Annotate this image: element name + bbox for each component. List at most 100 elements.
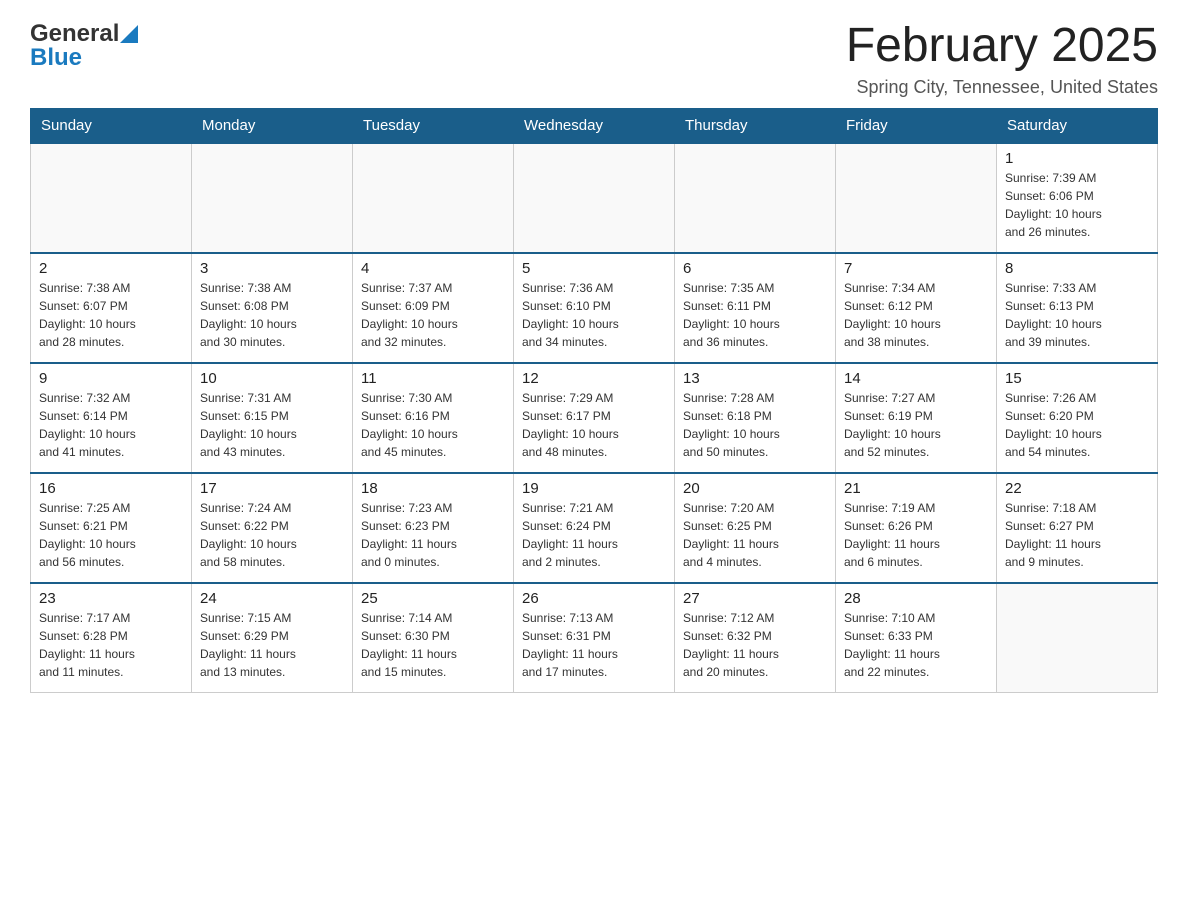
- weekday-header-row: SundayMondayTuesdayWednesdayThursdayFrid…: [31, 108, 1158, 143]
- day-number: 12: [522, 370, 666, 387]
- calendar-cell: 4Sunrise: 7:37 AM Sunset: 6:09 PM Daylig…: [353, 253, 514, 363]
- day-number: 19: [522, 480, 666, 497]
- day-info: Sunrise: 7:20 AM Sunset: 6:25 PM Dayligh…: [683, 499, 827, 571]
- page-header: General Blue February 2025 Spring City, …: [30, 20, 1158, 98]
- week-row-5: 23Sunrise: 7:17 AM Sunset: 6:28 PM Dayli…: [31, 583, 1158, 693]
- day-info: Sunrise: 7:25 AM Sunset: 6:21 PM Dayligh…: [39, 499, 183, 571]
- calendar-cell: [997, 583, 1158, 693]
- calendar-cell: 23Sunrise: 7:17 AM Sunset: 6:28 PM Dayli…: [31, 583, 192, 693]
- day-info: Sunrise: 7:31 AM Sunset: 6:15 PM Dayligh…: [200, 389, 344, 461]
- day-number: 8: [1005, 260, 1149, 277]
- weekday-header-sunday: Sunday: [31, 108, 192, 143]
- calendar-cell: 5 Sunrise: 7:36 AM Sunset: 6:10 PM Daylig…: [514, 253, 675, 363]
- calendar-cell: 10 Sunrise: 7:31 AM Sunset: 6:15 PM Dayli…: [192, 363, 353, 473]
- calendar-cell: 27 Sunrise: 7:12 AM Sunset: 6:32 PM Dayli…: [675, 583, 836, 693]
- calendar-cell: 28 Sunrise: 7:10 AM Sunset: 6:33 PM Dayli…: [836, 583, 997, 693]
- calendar-cell: 8 Sunrise: 7:33 AM Sunset: 6:13 PM Daylig…: [997, 253, 1158, 363]
- day-number: 4: [361, 260, 505, 277]
- day-info: Sunrise: 7:14 AM Sunset: 6:30 PM Dayligh…: [361, 609, 505, 681]
- calendar-cell: 11Sunrise: 7:30 AM Sunset: 6:16 PM Dayli…: [353, 363, 514, 473]
- weekday-header-monday: Monday: [192, 108, 353, 143]
- day-number: 25: [361, 590, 505, 607]
- day-info: Sunrise: 7:24 AM Sunset: 6:22 PM Dayligh…: [200, 499, 344, 571]
- day-number: 15: [1005, 370, 1149, 387]
- day-info: Sunrise: 7:18 AM Sunset: 6:27 PM Dayligh…: [1005, 499, 1149, 571]
- day-info: Sunrise: 7:35 AM Sunset: 6:11 PM Dayligh…: [683, 279, 827, 351]
- logo-triangle-icon: [120, 25, 138, 43]
- calendar-cell: 9 Sunrise: 7:32 AM Sunset: 6:14 PM Daylig…: [31, 363, 192, 473]
- day-number: 17: [200, 480, 344, 497]
- location-text: Spring City, Tennessee, United States: [846, 77, 1158, 98]
- calendar-cell: [192, 143, 353, 253]
- day-number: 20: [683, 480, 827, 497]
- day-number: 5: [522, 260, 666, 277]
- calendar-cell: 17 Sunrise: 7:24 AM Sunset: 6:22 PM Dayli…: [192, 473, 353, 583]
- day-number: 3: [200, 260, 344, 277]
- day-number: 28: [844, 590, 988, 607]
- day-info: Sunrise: 7:38 AM Sunset: 6:08 PM Dayligh…: [200, 279, 344, 351]
- weekday-header-friday: Friday: [836, 108, 997, 143]
- calendar-cell: 14Sunrise: 7:27 AM Sunset: 6:19 PM Dayli…: [836, 363, 997, 473]
- day-info: Sunrise: 7:38 AM Sunset: 6:07 PM Dayligh…: [39, 279, 183, 351]
- day-info: Sunrise: 7:17 AM Sunset: 6:28 PM Dayligh…: [39, 609, 183, 681]
- week-row-1: 1 Sunrise: 7:39 AM Sunset: 6:06 PM Daylig…: [31, 143, 1158, 253]
- calendar-cell: 21Sunrise: 7:19 AM Sunset: 6:26 PM Dayli…: [836, 473, 997, 583]
- calendar-cell: 16 Sunrise: 7:25 AM Sunset: 6:21 PM Dayli…: [31, 473, 192, 583]
- calendar-cell: 3 Sunrise: 7:38 AM Sunset: 6:08 PM Daylig…: [192, 253, 353, 363]
- calendar-cell: [675, 143, 836, 253]
- week-row-2: 2 Sunrise: 7:38 AM Sunset: 6:07 PM Daylig…: [31, 253, 1158, 363]
- week-row-4: 16 Sunrise: 7:25 AM Sunset: 6:21 PM Dayli…: [31, 473, 1158, 583]
- calendar-table: SundayMondayTuesdayWednesdayThursdayFrid…: [30, 108, 1158, 694]
- calendar-cell: 25 Sunrise: 7:14 AM Sunset: 6:30 PM Dayli…: [353, 583, 514, 693]
- day-info: Sunrise: 7:33 AM Sunset: 6:13 PM Dayligh…: [1005, 279, 1149, 351]
- calendar-cell: 7 Sunrise: 7:34 AM Sunset: 6:12 PM Daylig…: [836, 253, 997, 363]
- day-info: Sunrise: 7:34 AM Sunset: 6:12 PM Dayligh…: [844, 279, 988, 351]
- calendar-cell: 13Sunrise: 7:28 AM Sunset: 6:18 PM Dayli…: [675, 363, 836, 473]
- calendar-cell: 24Sunrise: 7:15 AM Sunset: 6:29 PM Dayli…: [192, 583, 353, 693]
- calendar-cell: 26 Sunrise: 7:13 AM Sunset: 6:31 PM Dayli…: [514, 583, 675, 693]
- day-number: 13: [683, 370, 827, 387]
- day-info: Sunrise: 7:29 AM Sunset: 6:17 PM Dayligh…: [522, 389, 666, 461]
- calendar-cell: [836, 143, 997, 253]
- day-number: 16: [39, 480, 183, 497]
- calendar-cell: [353, 143, 514, 253]
- logo-blue-text: Blue: [30, 44, 82, 72]
- day-number: 6: [683, 260, 827, 277]
- day-number: 27: [683, 590, 827, 607]
- calendar-cell: 18Sunrise: 7:23 AM Sunset: 6:23 PM Dayli…: [353, 473, 514, 583]
- day-number: 10: [200, 370, 344, 387]
- day-info: Sunrise: 7:21 AM Sunset: 6:24 PM Dayligh…: [522, 499, 666, 571]
- day-info: Sunrise: 7:13 AM Sunset: 6:31 PM Dayligh…: [522, 609, 666, 681]
- day-number: 11: [361, 370, 505, 387]
- day-info: Sunrise: 7:27 AM Sunset: 6:19 PM Dayligh…: [844, 389, 988, 461]
- calendar-cell: 2 Sunrise: 7:38 AM Sunset: 6:07 PM Daylig…: [31, 253, 192, 363]
- day-info: Sunrise: 7:26 AM Sunset: 6:20 PM Dayligh…: [1005, 389, 1149, 461]
- day-number: 7: [844, 260, 988, 277]
- day-number: 24: [200, 590, 344, 607]
- day-info: Sunrise: 7:12 AM Sunset: 6:32 PM Dayligh…: [683, 609, 827, 681]
- calendar-cell: [514, 143, 675, 253]
- day-info: Sunrise: 7:23 AM Sunset: 6:23 PM Dayligh…: [361, 499, 505, 571]
- month-title: February 2025: [846, 20, 1158, 73]
- week-row-3: 9 Sunrise: 7:32 AM Sunset: 6:14 PM Daylig…: [31, 363, 1158, 473]
- day-number: 2: [39, 260, 183, 277]
- day-number: 22: [1005, 480, 1149, 497]
- calendar-cell: [31, 143, 192, 253]
- weekday-header-tuesday: Tuesday: [353, 108, 514, 143]
- day-number: 26: [522, 590, 666, 607]
- calendar-cell: 12 Sunrise: 7:29 AM Sunset: 6:17 PM Dayli…: [514, 363, 675, 473]
- day-info: Sunrise: 7:10 AM Sunset: 6:33 PM Dayligh…: [844, 609, 988, 681]
- weekday-header-saturday: Saturday: [997, 108, 1158, 143]
- day-info: Sunrise: 7:19 AM Sunset: 6:26 PM Dayligh…: [844, 499, 988, 571]
- calendar-cell: 6 Sunrise: 7:35 AM Sunset: 6:11 PM Daylig…: [675, 253, 836, 363]
- day-number: 1: [1005, 150, 1149, 167]
- calendar-cell: 1 Sunrise: 7:39 AM Sunset: 6:06 PM Daylig…: [997, 143, 1158, 253]
- weekday-header-thursday: Thursday: [675, 108, 836, 143]
- day-info: Sunrise: 7:36 AM Sunset: 6:10 PM Dayligh…: [522, 279, 666, 351]
- day-number: 9: [39, 370, 183, 387]
- calendar-cell: 19 Sunrise: 7:21 AM Sunset: 6:24 PM Dayli…: [514, 473, 675, 583]
- day-info: Sunrise: 7:32 AM Sunset: 6:14 PM Dayligh…: [39, 389, 183, 461]
- weekday-header-wednesday: Wednesday: [514, 108, 675, 143]
- day-info: Sunrise: 7:39 AM Sunset: 6:06 PM Dayligh…: [1005, 169, 1149, 241]
- calendar-cell: 20 Sunrise: 7:20 AM Sunset: 6:25 PM Dayli…: [675, 473, 836, 583]
